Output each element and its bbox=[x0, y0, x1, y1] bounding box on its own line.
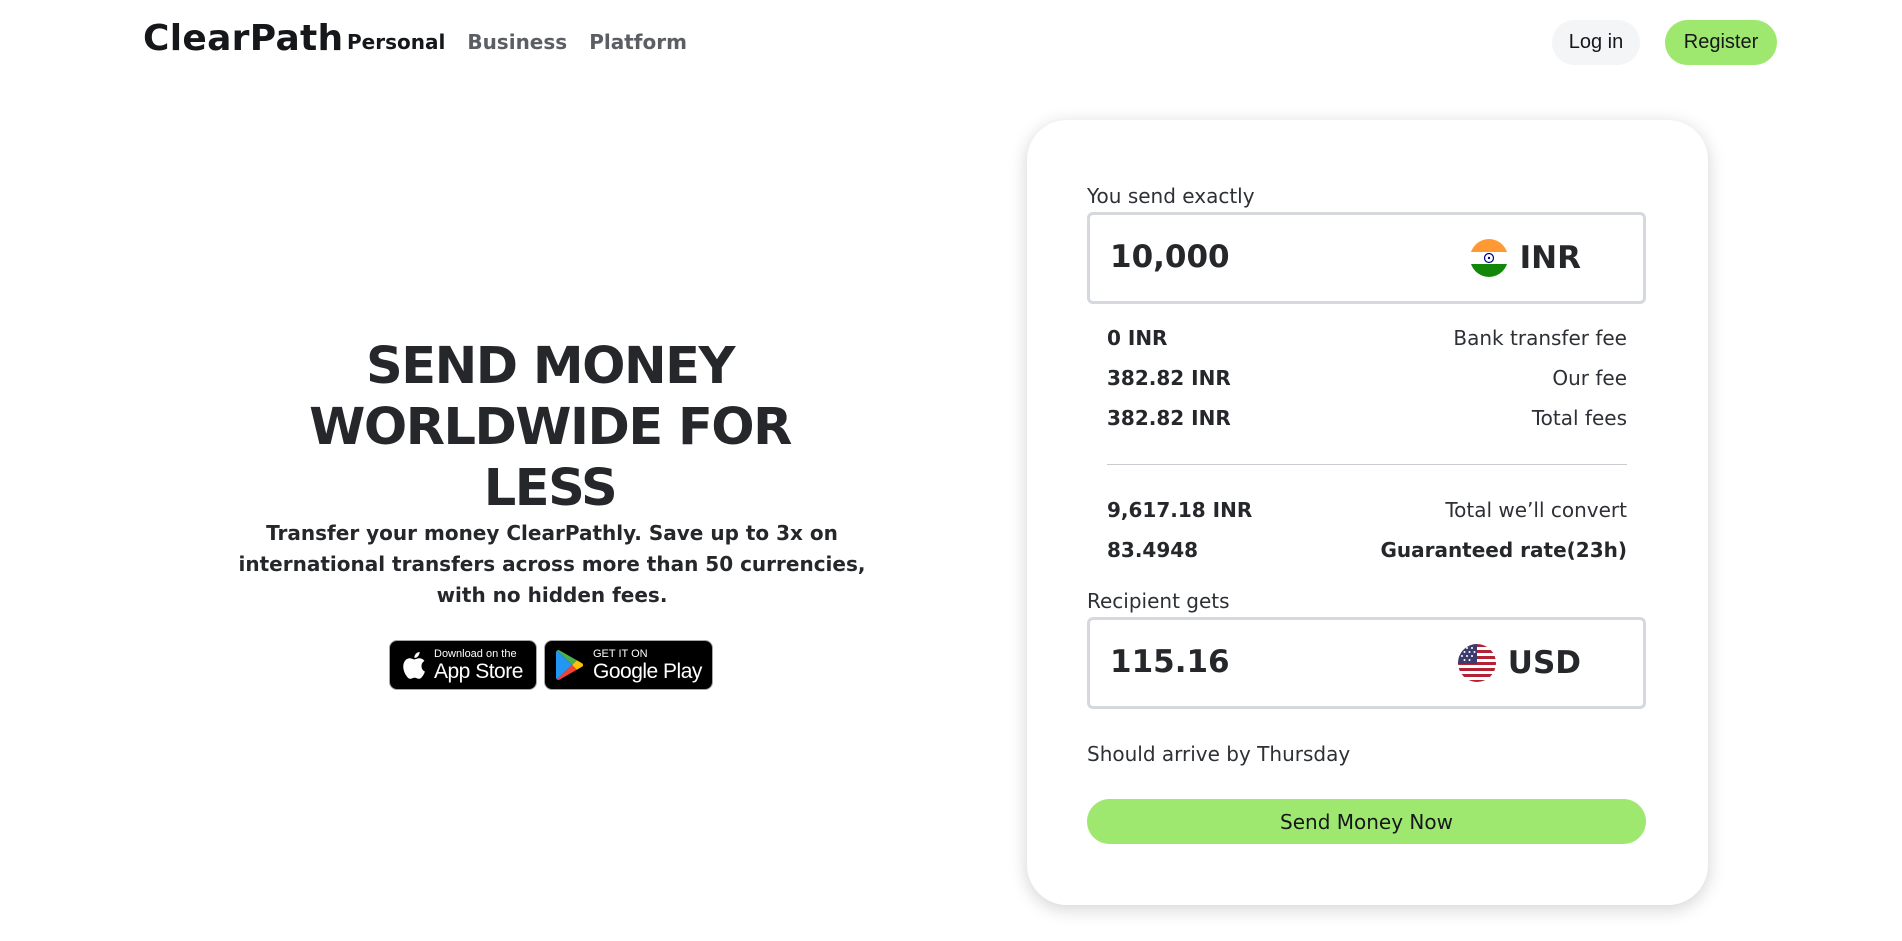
google-play-button[interactable]: GET IT ON Google Play bbox=[544, 640, 713, 690]
exchange-rate-value: 83.4948 bbox=[1107, 538, 1199, 562]
convert-label: Total we’ll convert bbox=[1445, 498, 1627, 522]
hero-subtitle: Transfer your money ClearPathly. Save up… bbox=[238, 521, 866, 607]
send-amount-value[interactable]: 10,000 bbox=[1110, 239, 1230, 275]
exchange-rate-row: 83.4948 Guaranteed rate(23h) bbox=[1107, 535, 1627, 565]
app-store-text: Download on the App Store bbox=[434, 647, 523, 683]
main-nav: Personal Business Platform bbox=[347, 30, 687, 54]
fee-row-bank-transfer: 0 INR Bank transfer fee bbox=[1107, 323, 1627, 353]
send-currency-selector[interactable]: INR bbox=[1469, 239, 1581, 277]
fee-label: Bank transfer fee bbox=[1453, 326, 1627, 350]
receive-amount-label: Recipient gets bbox=[1087, 589, 1230, 613]
fee-amount: 0 INR bbox=[1107, 326, 1168, 350]
receive-amount-value[interactable]: 115.16 bbox=[1110, 644, 1230, 680]
app-store-big-text: App Store bbox=[434, 659, 523, 683]
app-store-small-text: Download on the bbox=[434, 647, 517, 660]
register-button[interactable]: Register bbox=[1665, 20, 1777, 65]
nav-item-personal[interactable]: Personal bbox=[347, 30, 445, 54]
google-play-big-text: Google Play bbox=[593, 659, 702, 683]
receive-currency-code: USD bbox=[1507, 645, 1581, 681]
brand-logo[interactable]: ClearPath bbox=[143, 18, 343, 59]
fee-label: Our fee bbox=[1552, 366, 1627, 390]
hero-title: SEND MONEY WORLDWIDE FOR LESS bbox=[309, 337, 792, 518]
fee-label: Total fees bbox=[1531, 406, 1627, 430]
send-currency-code: INR bbox=[1519, 240, 1581, 276]
send-money-button[interactable]: Send Money Now bbox=[1087, 799, 1646, 844]
google-play-text: GET IT ON Google Play bbox=[593, 647, 702, 683]
transfer-calculator-card: You send exactly 10,000 INR 0 INR Bank t… bbox=[1027, 120, 1708, 905]
convert-amount-row: 9,617.18 INR Total we’ll convert bbox=[1107, 495, 1627, 525]
top-navigation: ClearPath Personal Business Platform Log… bbox=[0, 0, 1902, 86]
send-amount-field[interactable]: 10,000 INR bbox=[1087, 212, 1646, 304]
convert-amount: 9,617.18 INR bbox=[1107, 498, 1253, 522]
login-button[interactable]: Log in bbox=[1552, 20, 1640, 65]
app-store-badges: Download on the App Store GET IT ON Goog… bbox=[389, 640, 713, 690]
exchange-rate-label: Guaranteed rate(23h) bbox=[1380, 538, 1627, 562]
fees-divider bbox=[1107, 464, 1627, 465]
fee-amount: 382.82 INR bbox=[1107, 366, 1231, 390]
arrival-estimate: Should arrive by Thursday bbox=[1087, 742, 1351, 766]
google-play-small-text: GET IT ON bbox=[593, 647, 648, 660]
fee-row-total-fees: 382.82 INR Total fees bbox=[1107, 403, 1627, 433]
fee-amount: 382.82 INR bbox=[1107, 406, 1231, 430]
google-play-icon bbox=[556, 649, 584, 681]
apple-icon bbox=[403, 651, 425, 679]
fee-row-our-fee: 382.82 INR Our fee bbox=[1107, 363, 1627, 393]
send-amount-label: You send exactly bbox=[1087, 184, 1255, 208]
india-flag-icon bbox=[1469, 239, 1508, 277]
us-flag-icon bbox=[1457, 644, 1496, 682]
app-store-button[interactable]: Download on the App Store bbox=[389, 640, 537, 690]
receive-amount-field[interactable]: 115.16 USD bbox=[1087, 617, 1646, 709]
receive-currency-selector[interactable]: USD bbox=[1457, 644, 1581, 682]
nav-item-business[interactable]: Business bbox=[467, 30, 567, 54]
nav-item-platform[interactable]: Platform bbox=[589, 30, 687, 54]
